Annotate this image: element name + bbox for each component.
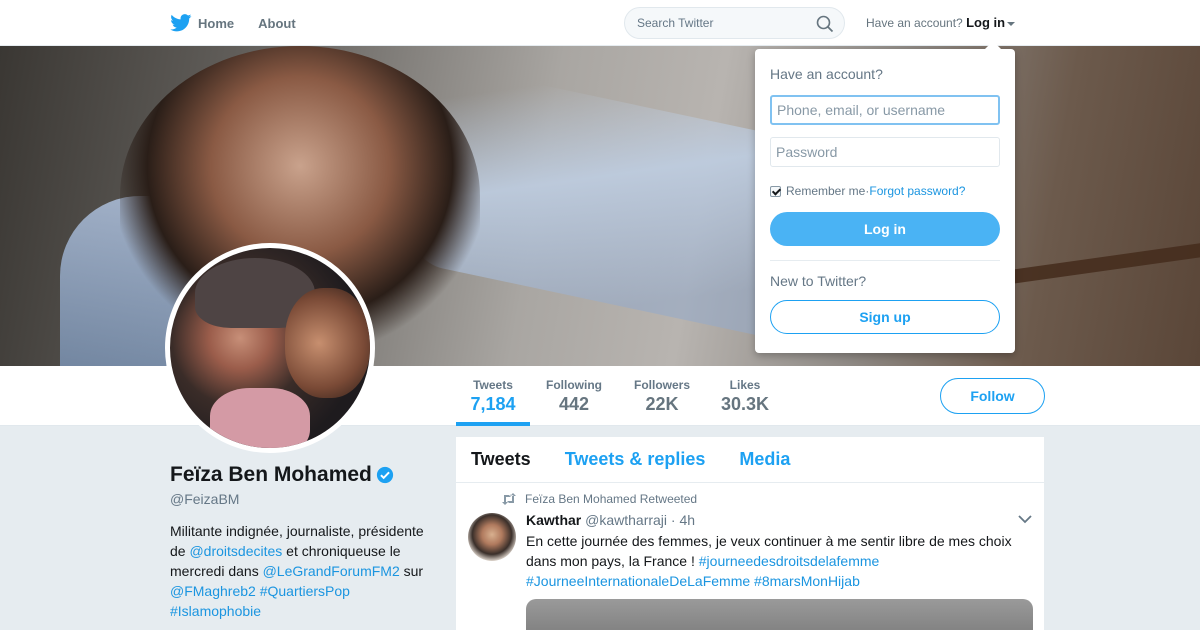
active-stat-underline bbox=[456, 422, 530, 426]
tweet[interactable]: Feïza Ben Mohamed Retweeted Kawthar @kaw… bbox=[456, 484, 1044, 630]
bio-mention-link[interactable]: @FMaghreb2 bbox=[170, 583, 256, 599]
stat-label: Following bbox=[546, 378, 602, 392]
profile-name-row: Feïza Ben Mohamed bbox=[170, 463, 394, 487]
remember-me-checkbox[interactable] bbox=[770, 185, 781, 197]
login-dropdown-toggle[interactable]: Log in bbox=[966, 15, 1005, 30]
chevron-down-icon[interactable] bbox=[1018, 514, 1032, 524]
stat-likes[interactable]: Likes 30.3K bbox=[714, 378, 776, 415]
about-link[interactable]: About bbox=[258, 16, 296, 31]
bio-hashtag-link[interactable]: #Islamophobie bbox=[170, 603, 261, 619]
profile-name[interactable]: Feïza Ben Mohamed bbox=[170, 463, 372, 487]
dropdown-title: Have an account? bbox=[770, 66, 883, 82]
new-to-twitter-text: New to Twitter? bbox=[770, 273, 867, 289]
stat-label: Likes bbox=[729, 378, 761, 392]
login-button[interactable]: Log in bbox=[770, 212, 1000, 246]
profile-handle[interactable]: @FeizaBM bbox=[170, 491, 239, 507]
bio-hashtag-link[interactable]: #QuartiersPop bbox=[260, 583, 350, 599]
have-account-text: Have an account? bbox=[866, 16, 963, 30]
login-dropdown: Have an account? Remember me · Forgot pa… bbox=[755, 41, 1015, 353]
remember-row: Remember me · Forgot password? bbox=[770, 184, 965, 198]
timeline-tabs: Tweets Tweets & replies Media bbox=[456, 437, 1044, 483]
stat-label: Tweets bbox=[473, 378, 513, 392]
tab-media[interactable]: Media bbox=[739, 449, 790, 470]
stat-followers[interactable]: Followers 22K bbox=[628, 378, 696, 415]
tweet-text: En cette journée des femmes, je veux con… bbox=[526, 531, 1026, 591]
home-label: Home bbox=[198, 15, 235, 31]
verified-badge-icon bbox=[376, 466, 393, 484]
stat-tweets[interactable]: Tweets 7,184 bbox=[456, 378, 530, 415]
stat-following[interactable]: Following 442 bbox=[540, 378, 608, 415]
tweet-hashtag-link[interactable]: #JourneeInternationaleDeLaFemme bbox=[526, 573, 750, 589]
timeline: Tweets Tweets & replies Media Feïza Ben … bbox=[456, 437, 1044, 630]
search-input[interactable]: Search Twitter bbox=[624, 7, 845, 39]
tweet-author-avatar[interactable] bbox=[468, 513, 516, 561]
search-placeholder: Search Twitter bbox=[637, 16, 714, 30]
tweet-author-handle[interactable]: @kawtharraji bbox=[585, 512, 667, 528]
home-link[interactable]: Home bbox=[170, 14, 234, 32]
profile-avatar[interactable] bbox=[165, 243, 375, 453]
signup-button[interactable]: Sign up bbox=[770, 300, 1000, 334]
divider bbox=[770, 260, 1000, 261]
nav-left: Home About bbox=[170, 0, 320, 46]
twitter-bird-icon bbox=[170, 14, 192, 32]
stat-label: Followers bbox=[633, 378, 690, 392]
username-field[interactable] bbox=[770, 95, 1000, 125]
tweet-media[interactable] bbox=[526, 599, 1033, 630]
stat-value: 7,184 bbox=[470, 394, 516, 414]
bio-mention-link[interactable]: @LeGrandForumFM2 bbox=[263, 563, 400, 579]
tab-tweets[interactable]: Tweets bbox=[471, 449, 531, 470]
dropdown-arrow bbox=[985, 41, 1001, 49]
retweet-context-text: Feïza Ben Mohamed Retweeted bbox=[525, 492, 698, 506]
tweet-header: Kawthar @kawtharraji · 4h bbox=[526, 512, 695, 528]
stat-value: 22K bbox=[645, 394, 679, 414]
remember-me-label[interactable]: Remember me bbox=[786, 184, 865, 198]
bio-text: sur bbox=[399, 563, 424, 579]
search-icon[interactable] bbox=[816, 15, 834, 33]
profile-bio: Militante indignée, journaliste, préside… bbox=[170, 521, 440, 621]
forgot-password-link[interactable]: Forgot password? bbox=[869, 184, 965, 198]
stat-value: 30.3K bbox=[720, 394, 770, 414]
tweet-timestamp[interactable]: · 4h bbox=[671, 512, 695, 528]
retweet-icon bbox=[502, 493, 516, 505]
stat-value: 442 bbox=[558, 394, 590, 414]
tweet-hashtag-link[interactable]: #journeedesdroitsdelafemme bbox=[699, 553, 880, 569]
tweet-author-name[interactable]: Kawthar bbox=[526, 512, 581, 528]
tweet-hashtag-link[interactable]: #8marsMonHijab bbox=[754, 573, 860, 589]
tab-tweets-replies[interactable]: Tweets & replies bbox=[565, 449, 706, 470]
password-field[interactable] bbox=[770, 137, 1000, 167]
account-menu[interactable]: Have an account? Log in bbox=[866, 15, 1016, 30]
follow-button[interactable]: Follow bbox=[940, 378, 1045, 414]
retweet-context: Feïza Ben Mohamed Retweeted bbox=[501, 492, 697, 506]
top-nav-bar: Home About Search Twitter Have an accoun… bbox=[0, 0, 1200, 46]
caret-down-icon bbox=[1007, 21, 1016, 26]
bio-mention-link[interactable]: @droitsdecites bbox=[189, 543, 282, 559]
